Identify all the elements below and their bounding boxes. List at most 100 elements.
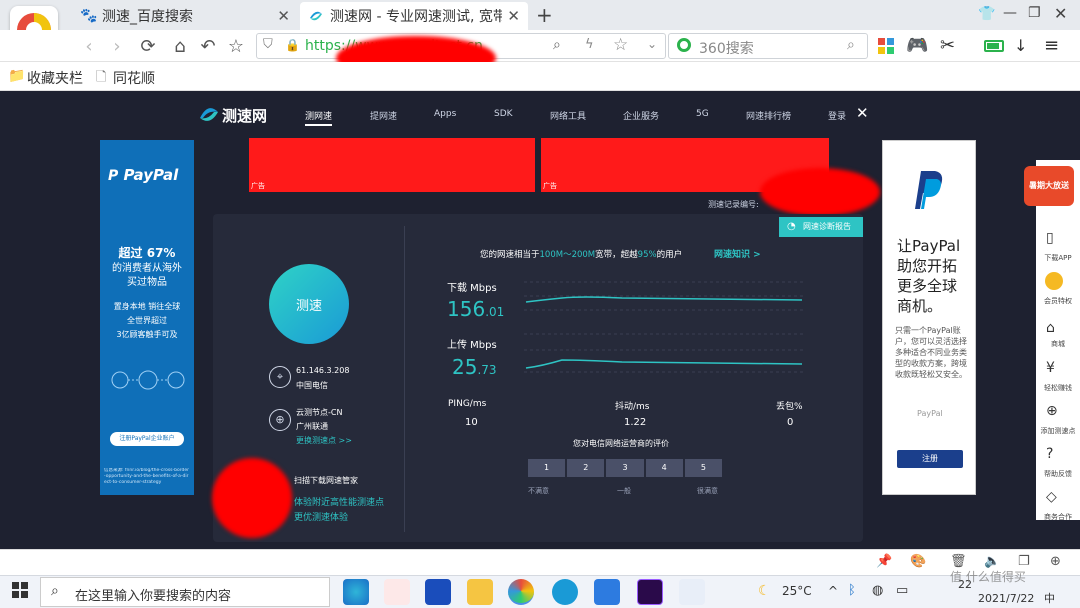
bookmark-link[interactable]: 同花顺 bbox=[113, 68, 155, 88]
rail-add-node[interactable]: 添加测速点 bbox=[1036, 426, 1080, 436]
search-box[interactable]: 360搜索 ⌕ bbox=[668, 33, 868, 59]
temperature[interactable]: 25°C bbox=[782, 584, 812, 598]
nav-item-ranking[interactable]: 网速排行榜 bbox=[746, 109, 791, 122]
premiere-icon[interactable] bbox=[637, 579, 663, 605]
paypal-logo-icon bbox=[907, 167, 947, 211]
battery-icon[interactable] bbox=[984, 40, 1004, 52]
baidu-paw-icon: 🐾 bbox=[80, 8, 98, 24]
speaker-icon[interactable]: 🔈 bbox=[984, 554, 1000, 569]
close-window-icon[interactable]: ✕ bbox=[1054, 4, 1067, 23]
nav-item-enterprise[interactable]: 企业服务 bbox=[623, 109, 659, 122]
shield-icon: ⛉ bbox=[263, 37, 273, 52]
nav-item-login[interactable]: 登录 bbox=[828, 109, 846, 122]
bookmark-star-icon[interactable]: ☆ bbox=[613, 35, 628, 55]
nav-item-sdk[interactable]: SDK bbox=[494, 109, 513, 119]
forward-icon[interactable]: › bbox=[105, 36, 129, 58]
file-explorer-icon[interactable] bbox=[467, 579, 493, 605]
chevron-down-icon[interactable]: ⌄ bbox=[647, 37, 657, 51]
speed-knowledge-link[interactable]: 网速知识 > bbox=[714, 247, 761, 260]
pin-icon[interactable]: 📌 bbox=[876, 554, 892, 569]
home-icon[interactable]: ⌂ bbox=[168, 36, 192, 58]
maximize-icon[interactable]: ❐ bbox=[1028, 5, 1041, 21]
rail-earn[interactable]: 轻松赚钱 bbox=[1036, 383, 1080, 393]
rail-business[interactable]: 商务合作 bbox=[1036, 512, 1080, 522]
download-curve bbox=[525, 296, 803, 303]
bookmark-folder[interactable]: 收藏夹栏 bbox=[27, 68, 83, 88]
undo-icon[interactable]: ↶ bbox=[196, 36, 220, 58]
nav-item-tools[interactable]: 网络工具 bbox=[550, 109, 586, 122]
scissors-icon[interactable]: ✂ bbox=[940, 35, 955, 56]
speedtest-app-icon[interactable] bbox=[552, 579, 578, 605]
back-icon[interactable]: ‹ bbox=[77, 36, 101, 58]
new-tab-button[interactable]: + bbox=[536, 3, 553, 27]
download-icon[interactable]: ↓ bbox=[1014, 36, 1027, 55]
chevron-up-icon[interactable]: ^ bbox=[828, 584, 838, 598]
start-test-button[interactable]: 测速 bbox=[269, 264, 349, 344]
tab-baidu[interactable]: 🐾 测速_百度搜索 ✕ bbox=[72, 2, 298, 30]
app-icon[interactable] bbox=[679, 579, 705, 605]
close-icon[interactable]: ✕ bbox=[856, 104, 869, 122]
browser-360-taskbar-icon[interactable] bbox=[508, 579, 534, 605]
ad-brand: PayPal bbox=[917, 409, 943, 418]
change-node-link[interactable]: 更换测速点 >> bbox=[296, 435, 352, 446]
summer-promo-badge[interactable]: 暑期大放送 bbox=[1024, 166, 1074, 206]
panel-divider bbox=[404, 226, 405, 532]
diag-report-button[interactable]: ◔ 网速诊断报告 bbox=[779, 217, 863, 237]
globe-icons bbox=[108, 368, 186, 392]
apps-grid-icon[interactable] bbox=[878, 38, 894, 54]
rating-option[interactable]: 5 bbox=[684, 459, 723, 477]
feishu-icon[interactable] bbox=[594, 579, 620, 605]
banner-ad-1[interactable]: 广告 bbox=[249, 138, 535, 192]
bookmarks-bar bbox=[0, 62, 1080, 91]
watermark: 值 什么值得买 bbox=[950, 570, 1026, 584]
flashget-icon[interactable] bbox=[425, 579, 451, 605]
tray-icon[interactable]: ◍ bbox=[872, 583, 883, 598]
game-controller-icon[interactable]: 🎮 bbox=[906, 35, 928, 56]
nav-item-boost[interactable]: 提网速 bbox=[370, 109, 397, 122]
edge-browser-icon[interactable] bbox=[343, 579, 369, 605]
site-logo-icon[interactable] bbox=[198, 104, 220, 124]
clock-date[interactable]: 2021/7/22 bbox=[978, 592, 1034, 605]
paint-icon[interactable]: 🎨 bbox=[910, 554, 926, 569]
close-tab-icon[interactable]: ✕ bbox=[507, 7, 520, 25]
favorite-star-icon[interactable]: ☆ bbox=[224, 36, 248, 58]
tab-speedtest[interactable]: 测速网 - 专业网速测试, 宽带 ✕ bbox=[300, 2, 528, 30]
close-tab-icon[interactable]: ✕ bbox=[277, 7, 290, 25]
nav-item-5g[interactable]: 5G bbox=[696, 109, 709, 119]
rail-membership[interactable]: 会员特权 bbox=[1036, 296, 1080, 306]
rating-option[interactable]: 4 bbox=[645, 459, 683, 477]
search-icon[interactable]: ⌕ bbox=[553, 37, 561, 53]
left-paypal-ad[interactable]: P PayPal 超过 67% 的消费者从海外 买过物品 置身本地 销往全球 全… bbox=[100, 140, 194, 495]
paypal-signup-button[interactable]: 注册PayPal企业账户 bbox=[110, 432, 184, 446]
menu-icon[interactable]: ≡ bbox=[1044, 35, 1059, 56]
help-icon: ? bbox=[1046, 446, 1054, 462]
nav-item-speedtest[interactable]: 测网速 bbox=[305, 109, 333, 126]
lightning-icon[interactable]: ϟ bbox=[585, 37, 594, 52]
ime-indicator[interactable]: 中 bbox=[1044, 590, 1055, 606]
taskbar-search-box[interactable]: ⌕ 在这里输入你要搜索的内容 bbox=[40, 577, 330, 607]
bluetooth-icon[interactable]: ᛒ bbox=[848, 583, 856, 598]
minimize-icon[interactable]: — bbox=[1003, 5, 1017, 21]
window-icon[interactable]: ❐ bbox=[1018, 554, 1030, 569]
rail-help[interactable]: 帮助反馈 bbox=[1036, 469, 1080, 479]
shirt-icon[interactable]: 👕 bbox=[978, 6, 995, 22]
rail-shop[interactable]: 商城 bbox=[1036, 339, 1080, 349]
ad-source: 信息来源: fnnr.io/blog/the-cross-border-oppo… bbox=[104, 468, 190, 485]
rating-option[interactable]: 2 bbox=[567, 459, 605, 477]
right-paypal-ad[interactable]: 让PayPal 助您开拓 更多全球 商机。 只需一个PayPal账户，您可以灵活… bbox=[882, 140, 976, 495]
page-icon: 🗋 bbox=[96, 70, 107, 85]
nav-item-apps[interactable]: Apps bbox=[434, 109, 456, 119]
app-icon[interactable] bbox=[384, 579, 410, 605]
rating-option[interactable]: 1 bbox=[528, 459, 566, 477]
trash-icon[interactable]: 🗑 bbox=[950, 554, 967, 569]
search-go-icon[interactable]: ⌕ bbox=[847, 37, 855, 53]
battery-tray-icon[interactable]: ▭ bbox=[896, 583, 908, 598]
paypal-register-button[interactable]: 注册 bbox=[897, 450, 963, 468]
download-label: 下载 Mbps bbox=[447, 283, 497, 294]
rating-option[interactable]: 3 bbox=[606, 459, 644, 477]
site-logo[interactable]: 测速网 bbox=[222, 105, 267, 126]
zoom-icon[interactable]: ⊕ bbox=[1050, 554, 1061, 569]
rail-download-app[interactable]: 下载APP bbox=[1036, 253, 1080, 263]
reload-icon[interactable]: ⟳ bbox=[136, 36, 160, 58]
windows-start-icon[interactable] bbox=[12, 582, 28, 598]
